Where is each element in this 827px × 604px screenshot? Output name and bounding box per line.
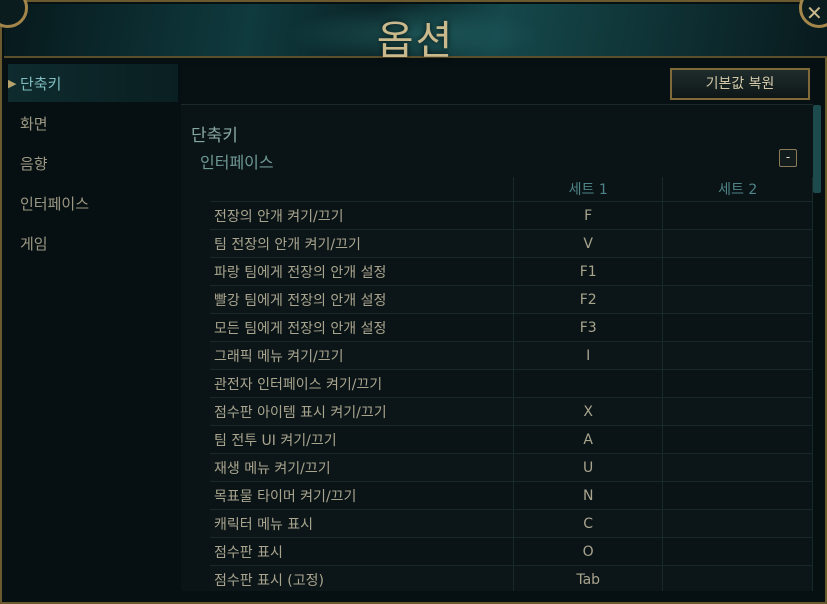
panel-toolbar: 기본값 복원 xyxy=(181,67,813,105)
sidebar-item-game[interactable]: 게임 xyxy=(8,224,178,262)
hotkeys-panel: 기본값 복원 단축키 인터페이스 - 세트 1 세트 2 전장의 안개 켜기/끄… xyxy=(181,67,813,591)
hotkey-set1-cell[interactable]: F1 xyxy=(513,257,664,286)
action-label: 파랑 팀에게 전장의 안개 설정 xyxy=(210,257,514,286)
restore-defaults-button[interactable]: 기본값 복원 xyxy=(670,68,810,100)
hotkey-set1-cell[interactable]: V xyxy=(513,229,664,258)
sidebar-item-video[interactable]: 화면 xyxy=(8,104,178,142)
action-label: 모든 팀에게 전장의 안개 설정 xyxy=(210,313,514,342)
column-header-action xyxy=(210,177,514,202)
sidebar-item-sound[interactable]: 음향 xyxy=(8,144,178,182)
action-label: 전장의 안개 켜기/끄기 xyxy=(210,201,514,230)
table-row: 재생 메뉴 켜기/끄기 U xyxy=(210,453,813,482)
action-label: 재생 메뉴 켜기/끄기 xyxy=(210,453,514,482)
hotkey-set2-cell[interactable] xyxy=(662,537,813,566)
window-header: 옵션 xyxy=(4,4,827,64)
sidebar-item-label: 게임 xyxy=(20,235,48,253)
action-label: 목표물 타이머 켜기/끄기 xyxy=(210,481,514,510)
sidebar-item-label: 인터페이스 xyxy=(20,195,90,213)
scrollbar[interactable] xyxy=(813,105,821,591)
action-label: 캐릭터 메뉴 표시 xyxy=(210,509,514,538)
action-label: 팀 전장의 안개 켜기/끄기 xyxy=(210,229,514,258)
hotkey-set2-cell[interactable] xyxy=(662,285,813,314)
hotkey-table: 세트 1 세트 2 전장의 안개 켜기/끄기 F 팀 전장의 안개 켜기/끄기 V … xyxy=(210,177,813,591)
hotkey-set2-cell[interactable] xyxy=(662,201,813,230)
table-row: 전장의 안개 켜기/끄기 F xyxy=(210,201,813,230)
scrollbar-thumb[interactable] xyxy=(813,105,821,193)
table-row: 모든 팀에게 전장의 안개 설정 F3 xyxy=(210,313,813,342)
hotkey-set2-cell[interactable] xyxy=(662,509,813,538)
hotkey-set2-cell[interactable] xyxy=(662,229,813,258)
hotkey-set2-cell[interactable] xyxy=(662,425,813,454)
table-row: 점수판 아이템 표시 켜기/끄기 X xyxy=(210,397,813,426)
hotkey-set1-cell[interactable]: N xyxy=(513,481,664,510)
column-header-set1: 세트 1 xyxy=(513,177,664,202)
group-title: 인터페이스 xyxy=(200,153,274,172)
table-row: 관전자 인터페이스 켜기/끄기 xyxy=(210,369,813,398)
table-row: 파랑 팀에게 전장의 안개 설정 F1 xyxy=(210,257,813,286)
hotkey-set2-cell[interactable] xyxy=(662,257,813,286)
column-header-set2: 세트 2 xyxy=(662,177,813,202)
hotkey-set2-cell[interactable] xyxy=(662,481,813,510)
sidebar-item-label: 화면 xyxy=(20,115,48,133)
hotkey-set2-cell[interactable] xyxy=(662,565,813,591)
sidebar-item-hotkeys[interactable]: ▶ 단축키 xyxy=(8,64,178,102)
table-header-row: 세트 1 세트 2 xyxy=(210,177,813,202)
section-title: 단축키 xyxy=(191,126,238,146)
hotkey-set1-cell[interactable]: Tab xyxy=(513,565,664,591)
action-label: 점수판 아이템 표시 켜기/끄기 xyxy=(210,397,514,426)
hotkey-set1-cell[interactable]: I xyxy=(513,341,664,370)
hotkey-set1-cell[interactable]: X xyxy=(513,397,664,426)
action-label: 팀 전투 UI 켜기/끄기 xyxy=(210,425,514,454)
hotkey-set1-cell[interactable]: A xyxy=(513,425,664,454)
hotkey-set1-cell[interactable]: F2 xyxy=(513,285,664,314)
collapse-button[interactable]: - xyxy=(779,149,797,167)
table-row: 팀 전투 UI 켜기/끄기 A xyxy=(210,425,813,454)
hotkey-set2-cell[interactable] xyxy=(662,341,813,370)
hotkey-set1-cell[interactable] xyxy=(513,369,664,398)
table-row: 팀 전장의 안개 켜기/끄기 V xyxy=(210,229,813,258)
action-label: 점수판 표시 xyxy=(210,537,514,566)
table-row: 캐릭터 메뉴 표시 C xyxy=(210,509,813,538)
hotkey-set1-cell[interactable]: U xyxy=(513,453,664,482)
sidebar-item-label: 단축키 xyxy=(20,75,62,93)
sidebar: ▶ 단축키 화면 음향 인터페이스 게임 xyxy=(8,64,178,594)
hotkey-set2-cell[interactable] xyxy=(662,369,813,398)
table-row: 점수판 표시 (고정) Tab xyxy=(210,565,813,591)
hotkey-set2-cell[interactable] xyxy=(662,313,813,342)
hotkey-set2-cell[interactable] xyxy=(662,453,813,482)
action-label: 빨강 팀에게 전장의 안개 설정 xyxy=(210,285,514,314)
table-row: 목표물 타이머 켜기/끄기 N xyxy=(210,481,813,510)
action-label: 관전자 인터페이스 켜기/끄기 xyxy=(210,369,514,398)
selected-arrow-icon: ▶ xyxy=(8,77,17,90)
close-icon: ✕ xyxy=(806,1,823,25)
sidebar-item-interface[interactable]: 인터페이스 xyxy=(8,184,178,222)
table-row: 그래픽 메뉴 켜기/끄기 I xyxy=(210,341,813,370)
hotkey-set1-cell[interactable]: C xyxy=(513,509,664,538)
options-window: 옵션 ✕ ▶ 단축키 화면 음향 인터페이스 게임 기본값 복원 단축키 인터페… xyxy=(0,0,827,604)
hotkey-set2-cell[interactable] xyxy=(662,397,813,426)
table-row: 빨강 팀에게 전장의 안개 설정 F2 xyxy=(210,285,813,314)
hotkey-set1-cell[interactable]: O xyxy=(513,537,664,566)
action-label: 점수판 표시 (고정) xyxy=(210,565,514,591)
window-title: 옵션 xyxy=(376,18,455,64)
hotkey-set1-cell[interactable]: F3 xyxy=(513,313,664,342)
hotkey-set1-cell[interactable]: F xyxy=(513,201,664,230)
action-label: 그래픽 메뉴 켜기/끄기 xyxy=(210,341,514,370)
table-row: 점수판 표시 O xyxy=(210,537,813,566)
sidebar-item-label: 음향 xyxy=(20,155,48,173)
